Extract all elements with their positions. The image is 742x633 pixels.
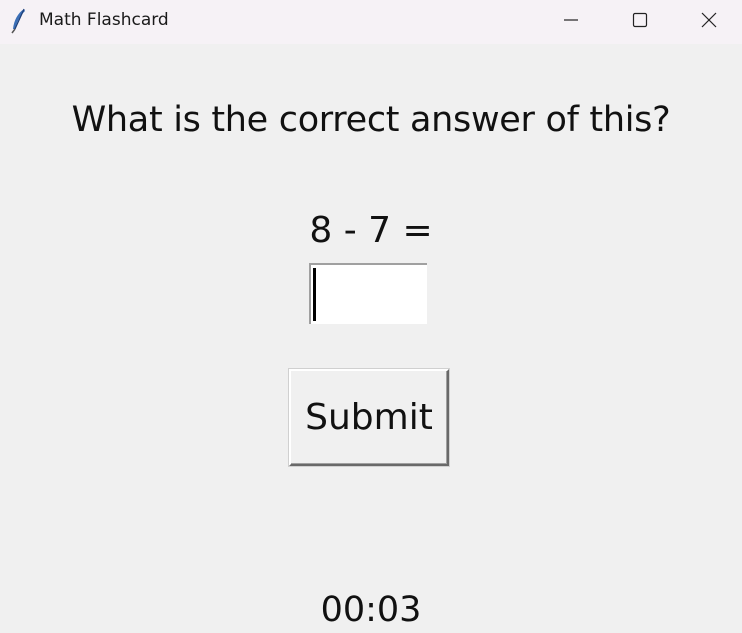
flashcard-panel: What is the correct answer of this? 8 - … — [0, 44, 742, 633]
close-icon — [701, 12, 717, 32]
window-title: Math Flashcard — [39, 10, 169, 30]
timer-label: 00:03 — [320, 590, 422, 630]
question-label: What is the correct answer of this? — [71, 100, 671, 140]
maximize-button[interactable] — [605, 0, 675, 44]
problem-label: 8 - 7 = — [309, 210, 433, 251]
maximize-icon — [632, 12, 648, 32]
feather-icon — [10, 8, 28, 34]
submit-button[interactable]: Submit — [289, 369, 449, 466]
answer-input[interactable] — [309, 263, 427, 324]
minimize-icon — [563, 12, 579, 32]
close-button[interactable] — [674, 0, 742, 44]
title-bar[interactable]: Math Flashcard — [0, 0, 742, 44]
minimize-button[interactable] — [536, 0, 606, 44]
app-window: Math Flashcard What is the correct answe… — [0, 0, 742, 633]
text-caret — [313, 268, 316, 321]
